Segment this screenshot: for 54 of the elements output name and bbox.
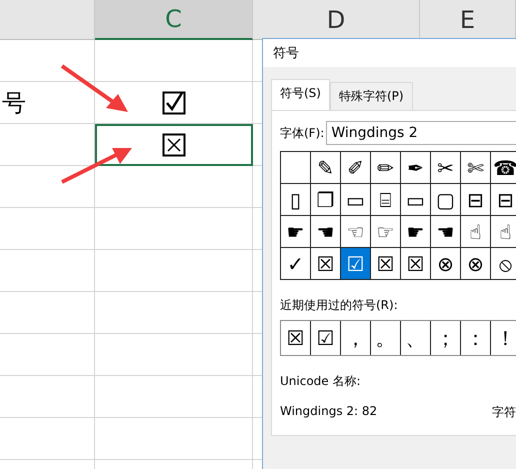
symbol-cell[interactable]: ☚ bbox=[431, 216, 461, 248]
font-field[interactable]: Wingdings 2 bbox=[326, 121, 516, 145]
symbol-cell[interactable]: ✒ bbox=[401, 152, 431, 184]
column-header[interactable]: E bbox=[420, 0, 516, 40]
symbol-cell[interactable]: ▭ bbox=[401, 184, 431, 216]
symbol-cell[interactable]: ☝ bbox=[491, 216, 516, 248]
symbol-cell[interactable]: ☞ bbox=[371, 216, 401, 248]
symbol-cell[interactable]: ✄ bbox=[461, 152, 491, 184]
crossed-box-icon bbox=[162, 133, 186, 157]
symbol-cell[interactable]: ☑ bbox=[311, 321, 341, 355]
symbol-cell[interactable]: ❐ bbox=[311, 184, 341, 216]
symbol-cell[interactable]: ☚ bbox=[311, 216, 341, 248]
symbol-cell[interactable]: ☒ bbox=[401, 248, 431, 280]
symbol-cell[interactable]: 。 bbox=[371, 321, 401, 355]
unicode-name-label: Unicode 名称: bbox=[280, 374, 361, 388]
pointer-arrow bbox=[60, 64, 128, 112]
font-label: 字体(F): bbox=[280, 124, 324, 142]
symbol-cell[interactable]: ▭ bbox=[341, 184, 371, 216]
dialog-title: 符号 bbox=[263, 39, 516, 67]
symbol-cell[interactable]: ☒ bbox=[281, 321, 311, 355]
symbol-cell[interactable]: ☝ bbox=[461, 216, 491, 248]
symbol-cell[interactable]: ⊟ bbox=[491, 184, 516, 216]
column-header[interactable]: C bbox=[95, 0, 253, 40]
recent-label: 近期使用过的符号(R): bbox=[280, 298, 398, 312]
symbol-cell[interactable]: ▯ bbox=[281, 184, 311, 216]
symbol-cell[interactable]: ； bbox=[431, 321, 461, 355]
symbol-cell[interactable]: ☛ bbox=[281, 216, 311, 248]
character-code: Wingdings 2: 82 bbox=[280, 404, 378, 420]
symbol-cell[interactable]: ， bbox=[341, 321, 371, 355]
symbol-cell[interactable]: ⊗ bbox=[461, 248, 491, 280]
pointer-arrow bbox=[61, 148, 132, 184]
charcode-label: 字符 bbox=[492, 404, 516, 421]
symbol-cell[interactable]: ✐ bbox=[341, 152, 371, 184]
symbol-cell[interactable]: ✎ bbox=[311, 152, 341, 184]
symbol-cell[interactable]: ☑ bbox=[341, 248, 371, 280]
symbol-cell[interactable]: ⌸ bbox=[371, 184, 401, 216]
symbol-cell[interactable]: ： bbox=[461, 321, 491, 355]
symbol-cell[interactable]: ▢ bbox=[431, 184, 461, 216]
symbol-cell[interactable]: ✂ bbox=[431, 152, 461, 184]
tab[interactable]: 符号(S) bbox=[271, 79, 330, 110]
symbol-cell[interactable]: ⦸ bbox=[491, 248, 516, 280]
symbol-cell[interactable]: ✓ bbox=[281, 248, 311, 280]
tab[interactable]: 特殊字符(P) bbox=[330, 82, 413, 110]
checked-box-icon bbox=[162, 90, 186, 114]
symbol-cell[interactable]: 、 bbox=[401, 321, 431, 355]
symbol-cell[interactable]: ⊟ bbox=[461, 184, 491, 216]
table-cell: 号 bbox=[0, 82, 95, 124]
symbol-cell[interactable]: ⊗ bbox=[431, 248, 461, 280]
symbol-cell[interactable]: ！ bbox=[491, 321, 516, 355]
symbol-cell[interactable]: ☛ bbox=[401, 216, 431, 248]
column-header[interactable]: D bbox=[253, 0, 420, 40]
symbol-cell[interactable]: ✏ bbox=[371, 152, 401, 184]
symbol-cell[interactable]: ☒ bbox=[371, 248, 401, 280]
symbol-cell[interactable] bbox=[281, 152, 311, 184]
